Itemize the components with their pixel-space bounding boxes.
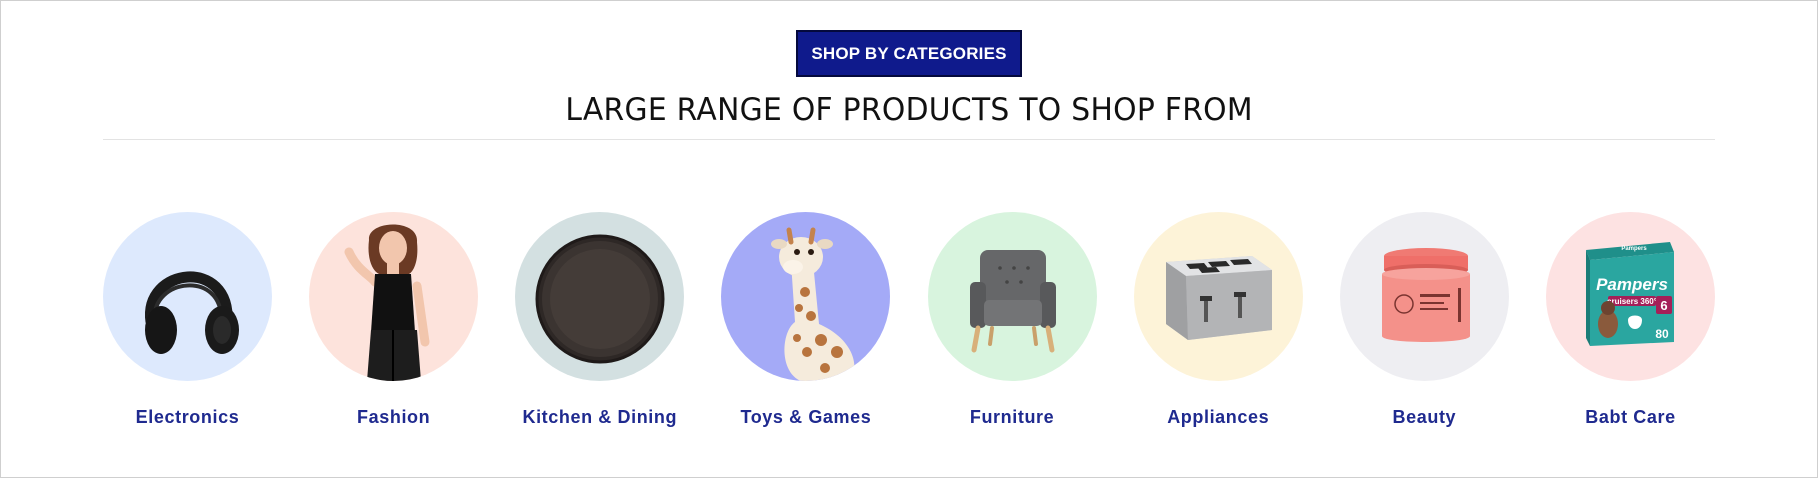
category-label[interactable]: Babt Care [1585, 407, 1675, 428]
category-toys-games[interactable]: Toys & Games [721, 212, 891, 428]
section-title: LARGE RANGE OF PRODUCTS TO SHOP FROM [565, 92, 1253, 128]
category-furniture[interactable]: Furniture [927, 212, 1097, 428]
category-baby-care[interactable]: Pampers Pampers cruisers 360° 6 80 Babt … [1545, 212, 1715, 428]
category-label[interactable]: Kitchen & Dining [522, 407, 677, 428]
diaper-brand-text: Pampers [1596, 275, 1668, 294]
category-image-electronics[interactable] [103, 212, 272, 381]
shop-by-categories-badge: SHOP BY CATEGORIES [796, 30, 1022, 77]
diaper-box-icon: Pampers Pampers cruisers 360° 6 80 [1585, 242, 1674, 346]
section-divider [103, 139, 1715, 140]
category-image-fashion[interactable] [309, 212, 479, 381]
category-image-baby-care[interactable]: Pampers Pampers cruisers 360° 6 80 [1545, 212, 1715, 381]
category-appliances[interactable]: Appliances [1133, 212, 1303, 428]
headphones-icon [145, 271, 239, 354]
plate-icon [535, 234, 665, 364]
diaper-box-top-text: Pampers [1621, 246, 1647, 252]
diaper-size-text: 6 [1660, 298, 1667, 313]
category-image-toys-games[interactable] [721, 212, 891, 381]
category-beauty[interactable]: Beauty [1339, 212, 1509, 428]
category-kitchen-dining[interactable]: Kitchen & Dining [515, 212, 685, 428]
category-label[interactable]: Furniture [970, 407, 1054, 428]
category-image-furniture[interactable] [927, 212, 1097, 381]
toaster-icon [1165, 256, 1272, 340]
fashion-model-icon [344, 224, 430, 381]
category-label[interactable]: Beauty [1393, 407, 1457, 428]
diaper-count-text: 80 [1655, 327, 1669, 341]
category-label[interactable]: Toys & Games [740, 407, 871, 428]
armchair-icon [969, 250, 1056, 353]
category-image-kitchen-dining[interactable] [515, 212, 685, 381]
category-image-appliances[interactable] [1133, 212, 1303, 381]
category-label[interactable]: Fashion [357, 407, 430, 428]
cosmetic-jar-icon [1381, 248, 1470, 342]
category-electronics[interactable]: Electronics [103, 212, 272, 428]
diaper-line-text: cruisers 360° [1607, 297, 1657, 306]
category-image-beauty[interactable] [1339, 212, 1509, 381]
category-label[interactable]: Appliances [1167, 407, 1269, 428]
giraffe-toy-icon [771, 227, 855, 381]
category-label[interactable]: Electronics [136, 407, 240, 428]
section-header: SHOP BY CATEGORIES LARGE RANGE OF PRODUC… [1, 30, 1817, 128]
category-fashion[interactable]: Fashion [309, 212, 479, 428]
category-list: Electronics Fashion Kitchen & Dining Toy… [103, 212, 1715, 428]
